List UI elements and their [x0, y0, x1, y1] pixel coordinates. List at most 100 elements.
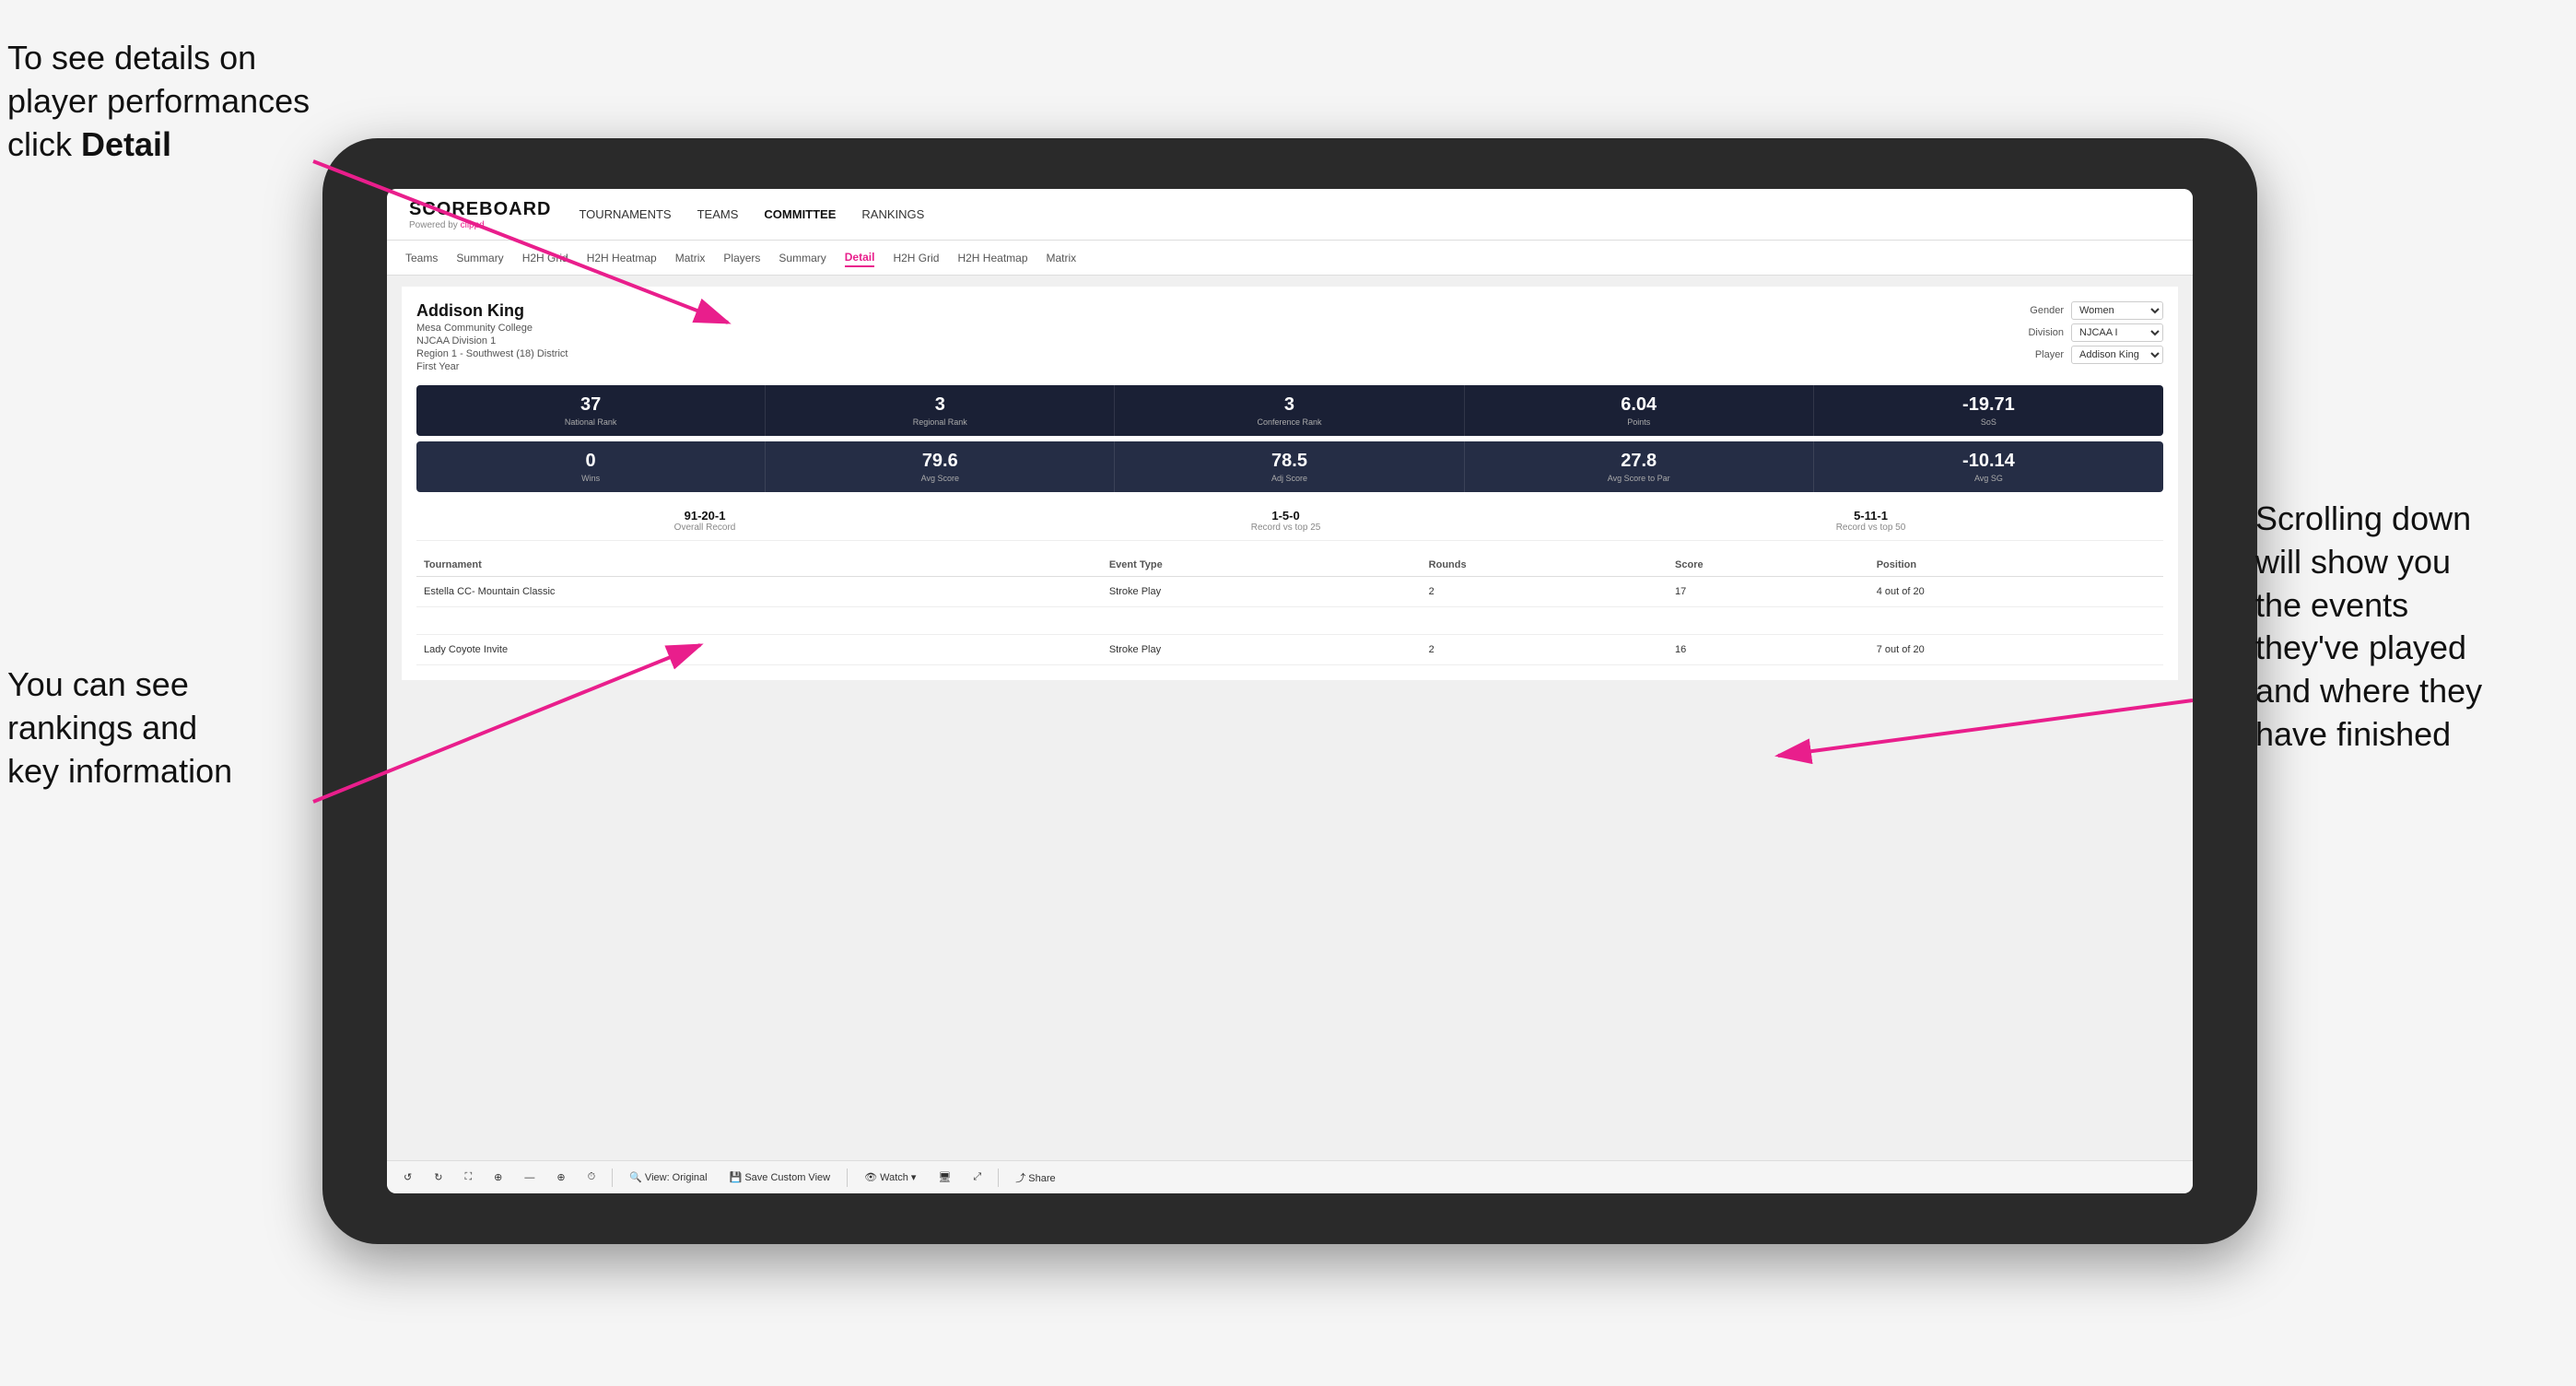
nav-rankings[interactable]: RANKINGS	[861, 204, 924, 225]
content-panel: Addison King Mesa Community College NJCA…	[402, 287, 2178, 680]
tab-teams[interactable]: Teams	[405, 250, 438, 266]
col-tournament: Tournament	[416, 554, 1102, 577]
record-top25-label: Record vs top 25	[1251, 523, 1321, 533]
stat-avg-sg-value: -10.14	[1821, 451, 2156, 472]
tab-matrix2[interactable]: Matrix	[1047, 250, 1077, 266]
tournament-table: Tournament Event Type Rounds Score Posit…	[416, 554, 2163, 665]
tab-h2h-grid[interactable]: H2H Grid	[522, 250, 568, 266]
stat-avg-sg: -10.14 Avg SG	[1814, 441, 2163, 492]
record-overall: 91-20-1 Overall Record	[674, 509, 736, 533]
player-college: Mesa Community College	[416, 323, 568, 334]
nav-teams[interactable]: TEAMS	[697, 204, 739, 225]
tab-detail[interactable]: Detail	[845, 249, 875, 267]
tab-h2h-heatmap2[interactable]: H2H Heatmap	[957, 250, 1027, 266]
tab-players[interactable]: Players	[723, 250, 760, 266]
row3-event-type: Stroke Play	[1102, 635, 1422, 665]
table-row[interactable]	[416, 607, 2163, 635]
table-row[interactable]: Estella CC- Mountain Classic Stroke Play…	[416, 577, 2163, 607]
toolbar-sep1	[612, 1169, 613, 1187]
tab-h2h-grid2[interactable]: H2H Grid	[893, 250, 939, 266]
toolbar-save-custom[interactable]: 💾 Save Custom View	[724, 1169, 836, 1185]
record-top50-value: 5-11-1	[1836, 509, 1906, 523]
player-header: Addison King Mesa Community College NJCA…	[416, 301, 2163, 372]
record-overall-value: 91-20-1	[674, 509, 736, 523]
stat-adj-score: 78.5 Adj Score	[1115, 441, 1464, 492]
row3-rounds: 2	[1422, 635, 1668, 665]
toolbar-sep3	[998, 1169, 999, 1187]
sub-nav: Teams Summary H2H Grid H2H Heatmap Matri…	[387, 241, 2193, 276]
col-event-type: Event Type	[1102, 554, 1422, 577]
col-rounds: Rounds	[1422, 554, 1668, 577]
row3-tournament: Lady Coyote Invite	[416, 635, 1102, 665]
toolbar-zoom-plus[interactable]: ⊕	[551, 1169, 570, 1185]
table-row[interactable]: Lady Coyote Invite Stroke Play 2 16 7 ou…	[416, 635, 2163, 665]
division-select[interactable]: NJCAA I	[2071, 323, 2163, 342]
toolbar-zoom-minus[interactable]: —	[519, 1170, 540, 1185]
row1-score: 17	[1668, 577, 1869, 607]
toolbar-watch[interactable]: 👁 Watch ▾	[859, 1169, 921, 1185]
stat-regional-rank: 3 Regional Rank	[766, 385, 1115, 436]
record-overall-label: Overall Record	[674, 523, 736, 533]
stat-sos: -19.71 SoS	[1814, 385, 2163, 436]
stat-national-rank: 37 National Rank	[416, 385, 766, 436]
stat-avg-sg-label: Avg SG	[1821, 474, 2156, 483]
tablet-frame: SCOREBOARD Powered by clippd TOURNAMENTS…	[322, 138, 2257, 1244]
player-division: NJCAA Division 1	[416, 335, 568, 346]
stats-grid-row2: 0 Wins 79.6 Avg Score 78.5 Adj Score 27.…	[416, 441, 2163, 492]
col-position: Position	[1869, 554, 2163, 577]
nav-items: TOURNAMENTS TEAMS COMMITTEE RANKINGS	[579, 204, 924, 225]
toolbar-zoom-fit[interactable]: ⛶	[459, 1169, 477, 1185]
player-info: Addison King Mesa Community College NJCA…	[416, 301, 568, 372]
stat-wins-value: 0	[424, 451, 757, 472]
stat-wins: 0 Wins	[416, 441, 766, 492]
record-top25: 1-5-0 Record vs top 25	[1251, 509, 1321, 533]
toolbar-expand[interactable]: ⤢	[967, 1169, 987, 1185]
bottom-toolbar: ↺ ↻ ⛶ ⊕ — ⊕ ⏱ 🔍 View: Original 💾 Save Cu…	[387, 1160, 2193, 1193]
stat-avg-score-value: 79.6	[773, 451, 1107, 472]
records-row: 91-20-1 Overall Record 1-5-0 Record vs t…	[416, 501, 2163, 541]
row1-rounds: 2	[1422, 577, 1668, 607]
stat-avg-score-par-label: Avg Score to Par	[1472, 474, 1806, 483]
logo-scoreboard: SCOREBOARD	[409, 199, 551, 220]
stat-adj-score-label: Adj Score	[1122, 474, 1456, 483]
row3-position: 7 out of 20	[1869, 635, 2163, 665]
tab-summary[interactable]: Summary	[456, 250, 503, 266]
stat-national-rank-label: National Rank	[424, 417, 757, 427]
player-year: First Year	[416, 361, 568, 372]
row3-score: 16	[1668, 635, 1869, 665]
player-label: Player	[2035, 349, 2064, 360]
record-top50-label: Record vs top 50	[1836, 523, 1906, 533]
player-select[interactable]: Addison King	[2071, 346, 2163, 364]
division-label: Division	[2028, 327, 2064, 338]
tab-summary2[interactable]: Summary	[779, 250, 825, 266]
toolbar-share[interactable]: ⤴ Share	[1010, 1169, 1060, 1187]
stat-avg-score-par-value: 27.8	[1472, 451, 1806, 472]
gender-select[interactable]: Women	[2071, 301, 2163, 320]
toolbar-timer[interactable]: ⏱	[582, 1169, 602, 1185]
stat-conference-rank-label: Conference Rank	[1122, 417, 1456, 427]
row1-tournament: Estella CC- Mountain Classic	[416, 577, 1102, 607]
record-top25-value: 1-5-0	[1251, 509, 1321, 523]
toolbar-zoom-in[interactable]: ⊕	[488, 1169, 508, 1185]
col-score: Score	[1668, 554, 1869, 577]
nav-tournaments[interactable]: TOURNAMENTS	[579, 204, 671, 225]
nav-committee[interactable]: COMMITTEE	[764, 204, 836, 225]
toolbar-redo[interactable]: ↻	[428, 1169, 448, 1185]
main-content: Addison King Mesa Community College NJCA…	[387, 276, 2193, 1160]
stat-regional-rank-label: Regional Rank	[773, 417, 1107, 427]
toolbar-view-original[interactable]: 🔍 View: Original	[624, 1169, 712, 1185]
table-header-row: Tournament Event Type Rounds Score Posit…	[416, 554, 2163, 577]
stat-avg-score: 79.6 Avg Score	[766, 441, 1115, 492]
record-top50: 5-11-1 Record vs top 50	[1836, 509, 1906, 533]
player-selectors: Gender Women Division NJCAA I	[2028, 301, 2163, 364]
toolbar-undo[interactable]: ↺	[398, 1169, 417, 1185]
stat-points-value: 6.04	[1472, 394, 1806, 416]
stat-adj-score-value: 78.5	[1122, 451, 1456, 472]
toolbar-display[interactable]: 🖥	[932, 1169, 956, 1185]
division-selector-row: Division NJCAA I	[2028, 323, 2163, 342]
player-region: Region 1 - Southwest (18) District	[416, 348, 568, 359]
tab-matrix[interactable]: Matrix	[675, 250, 706, 266]
tab-h2h-heatmap[interactable]: H2H Heatmap	[587, 250, 657, 266]
stats-grid-row1: 37 National Rank 3 Regional Rank 3 Confe…	[416, 385, 2163, 436]
stat-conference-rank-value: 3	[1122, 394, 1456, 416]
